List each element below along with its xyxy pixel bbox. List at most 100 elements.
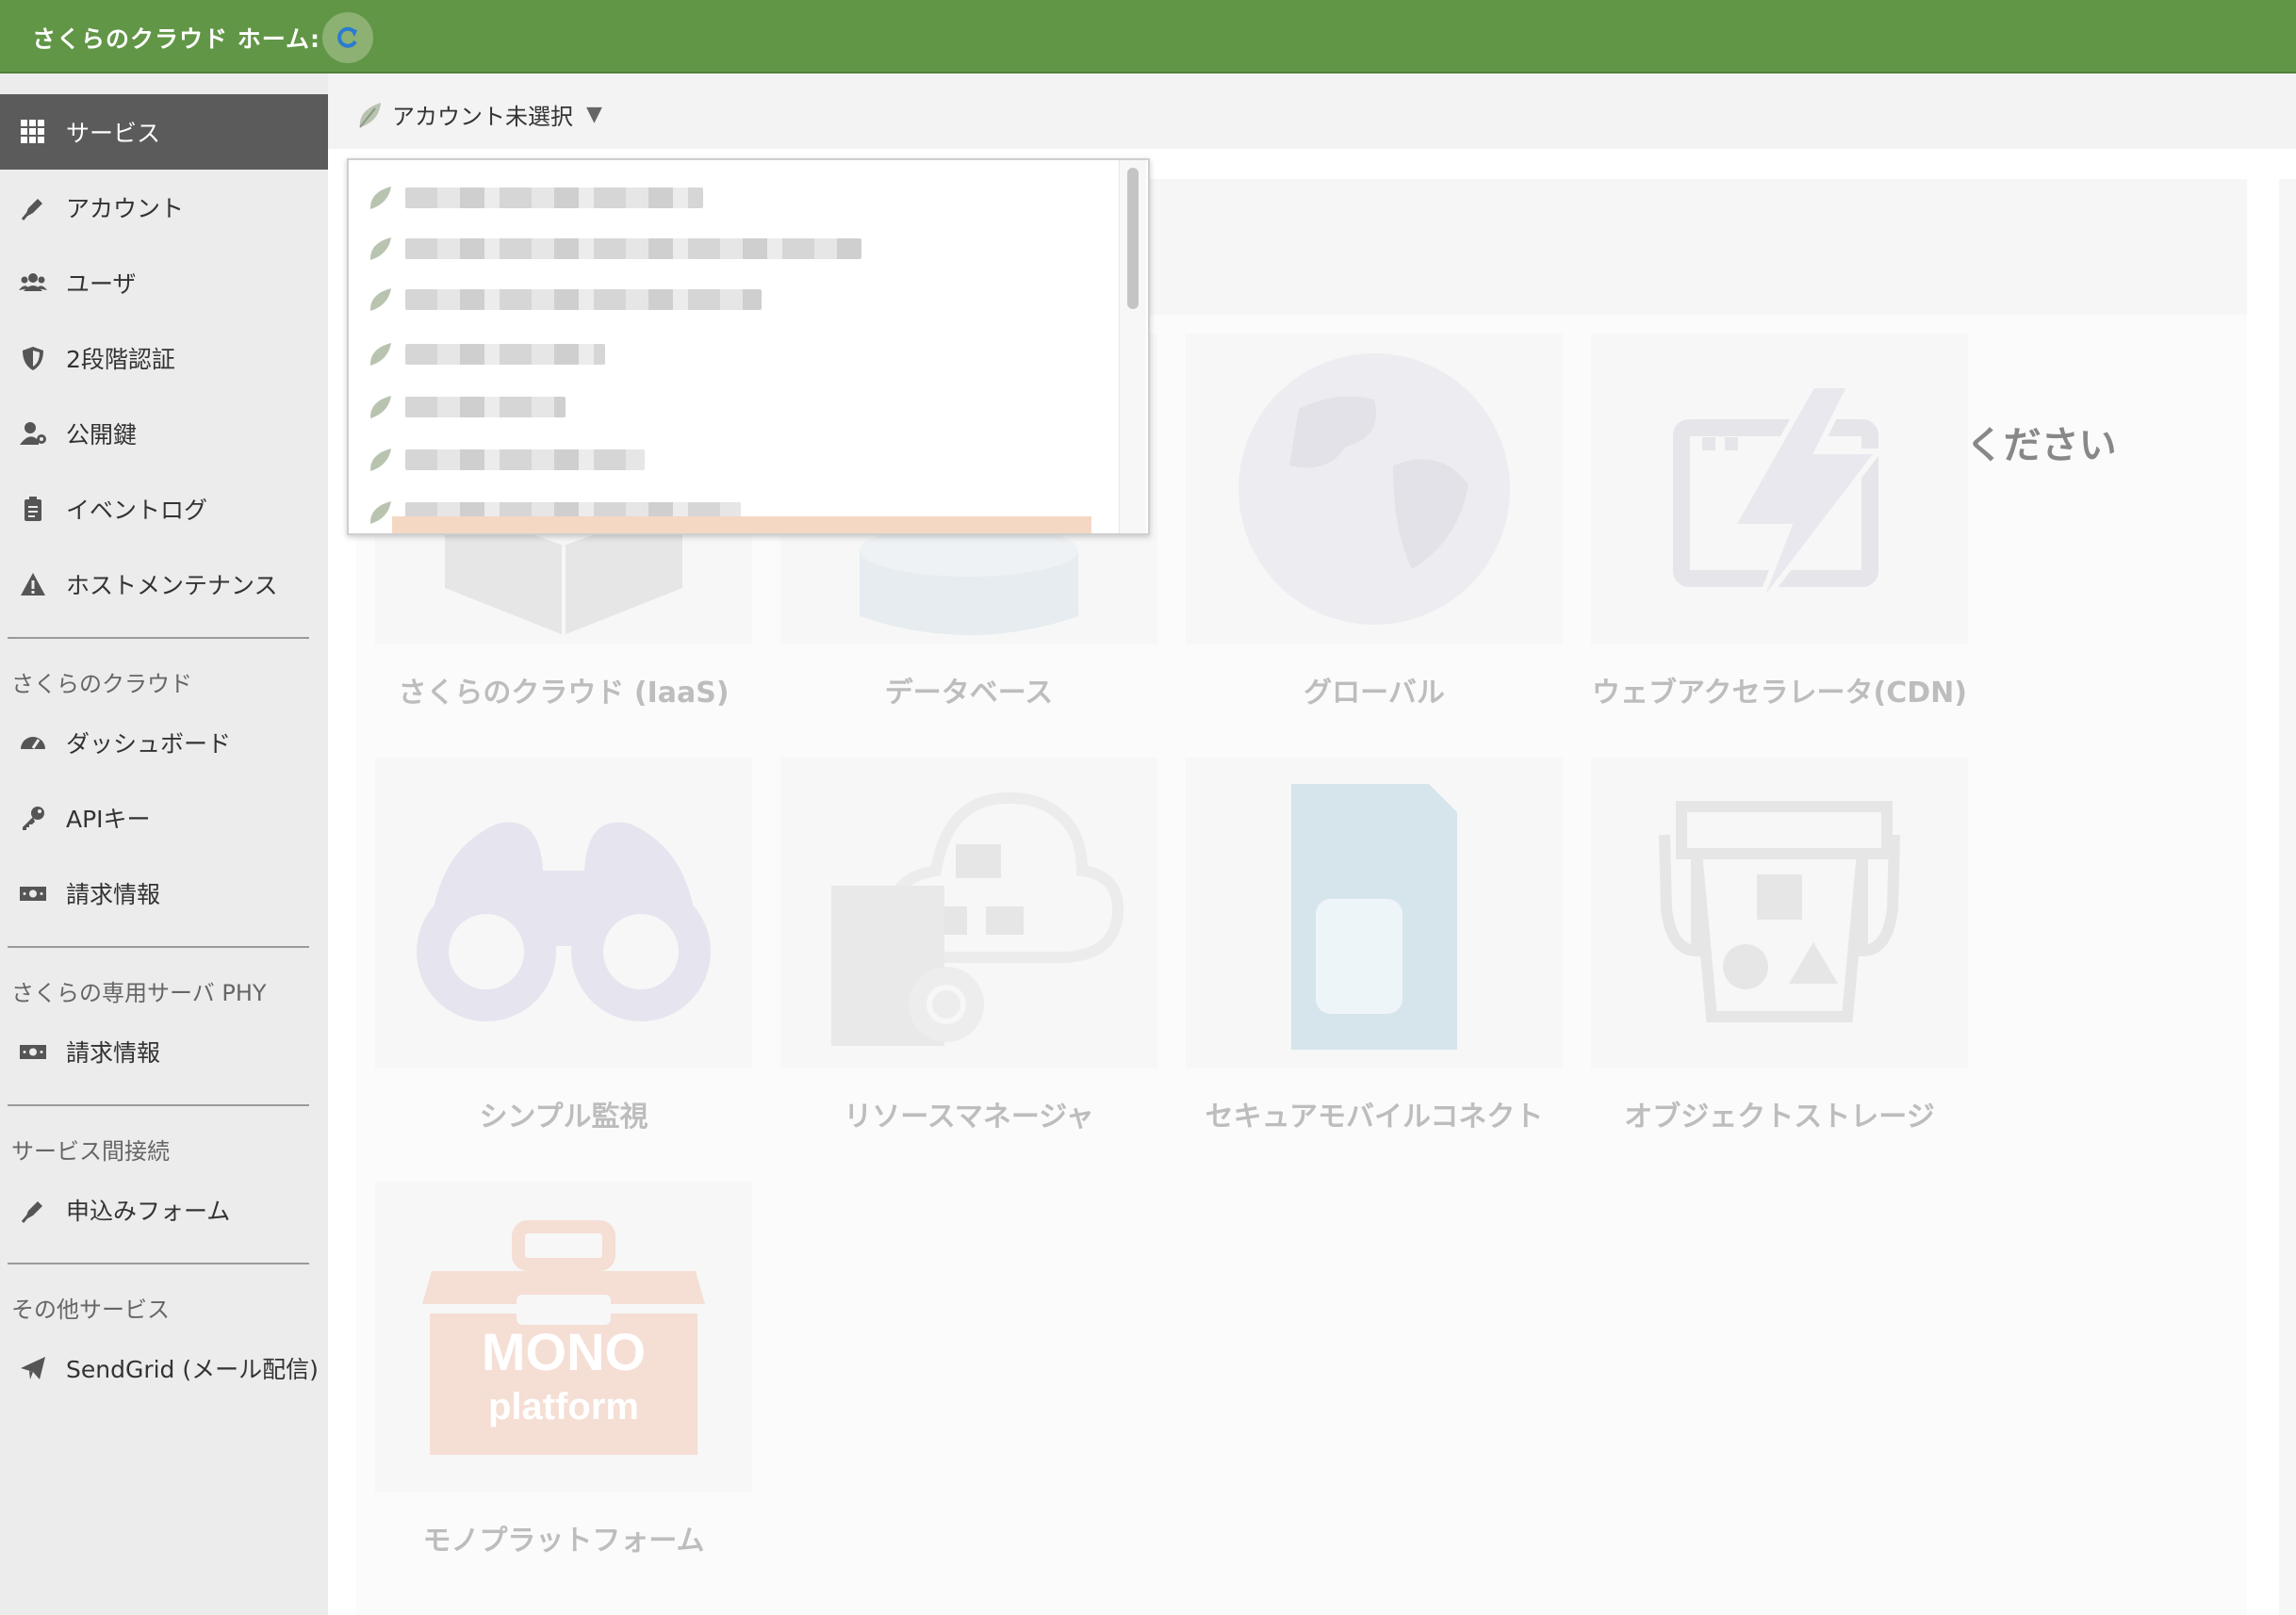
- redacted-account-name: [405, 289, 762, 310]
- right-strip: [2279, 179, 2296, 1615]
- section-title-sakura-cloud: さくらのクラウド: [11, 671, 192, 697]
- dropdown-option[interactable]: [366, 179, 703, 217]
- users-icon: [17, 267, 49, 299]
- refresh-button[interactable]: [322, 12, 373, 63]
- service-label: オブジェクトストレージ: [1624, 1101, 1935, 1134]
- refresh-icon: [337, 26, 357, 48]
- sidebar-item-two-factor[interactable]: 2段階認証: [0, 320, 328, 396]
- dropdown-option[interactable]: [366, 388, 566, 426]
- sidebar-item-users[interactable]: ユーザ: [0, 245, 328, 320]
- gauge-icon: [17, 726, 49, 759]
- account-selector-label: アカウント未選択: [392, 104, 573, 130]
- sidebar-item-public-key[interactable]: 公開鍵: [0, 396, 328, 471]
- sidebar-item-event-log[interactable]: イベントログ: [0, 471, 328, 546]
- dropdown-option[interactable]: [366, 335, 605, 373]
- grid-icon: [17, 116, 49, 148]
- money-icon: [17, 877, 49, 909]
- binoculars-icon: [417, 822, 711, 1021]
- leaf-icon: [369, 288, 391, 311]
- sidebar-item-label: ユーザ: [66, 270, 137, 298]
- money-icon: [17, 1036, 49, 1068]
- service-label: シンプル監視: [479, 1101, 648, 1134]
- sidebar-item-label: 申込みフォーム: [66, 1198, 231, 1225]
- globe-icon: [1238, 353, 1510, 625]
- sidebar-item-dashboard[interactable]: ダッシュボード: [0, 705, 328, 780]
- sidebar-item-label: 請求情報: [66, 881, 161, 908]
- bucket-icon: [1659, 801, 1900, 1022]
- leaf-icon: [359, 102, 381, 128]
- sidebar-divider: [8, 946, 309, 948]
- home-title: さくらのクラウド ホーム:: [32, 25, 320, 53]
- toolbox-icon: MONO platform: [422, 1220, 705, 1455]
- section-title-other: その他サービス: [11, 1297, 170, 1323]
- mono-logo-line2: platform: [488, 1386, 639, 1427]
- service-tile-resource-manager[interactable]: [780, 758, 1157, 1069]
- sidebar-item-label: イベントログ: [66, 497, 208, 524]
- user-key-icon: [17, 417, 49, 449]
- account-dropdown-list: [347, 158, 1150, 535]
- redacted-account-name: [405, 449, 645, 470]
- sidebar-item-account[interactable]: アカウント: [0, 170, 328, 245]
- pen-icon: [17, 191, 49, 223]
- sidebar-divider: [8, 637, 309, 639]
- dropdown-option[interactable]: [366, 441, 645, 479]
- paper-plane-icon: [17, 1352, 49, 1384]
- dropdown-scrollbar[interactable]: [1119, 160, 1146, 533]
- leaf-icon: [369, 449, 391, 471]
- section-title-interconnect: サービス間接続: [11, 1138, 170, 1165]
- service-label: ウェブアクセラレータ(CDN): [1592, 677, 1967, 710]
- sidebar-item-label: 2段階認証: [66, 346, 175, 373]
- sidebar-item-label: 公開鍵: [66, 421, 138, 449]
- key-icon: [17, 802, 49, 834]
- dropdown-bottom-highlight: [392, 516, 1091, 533]
- lightning-icon: [1673, 383, 1885, 613]
- sidebar-item-label: ホストメンテナンス: [66, 572, 278, 599]
- dropdown-scrollbar-thumb[interactable]: [1127, 168, 1139, 309]
- redacted-account-name: [405, 397, 566, 417]
- service-tile-global[interactable]: [1186, 334, 1563, 644]
- sidebar-item-label: アカウント: [66, 195, 185, 222]
- service-tile-mono-platform[interactable]: MONO platform: [375, 1182, 752, 1493]
- service-label: データベース: [884, 677, 1054, 710]
- leaf-icon: [369, 396, 391, 418]
- sidebar-item-api-key[interactable]: APIキー: [0, 780, 328, 856]
- sidebar-item-host-maintenance[interactable]: ホストメンテナンス: [0, 546, 328, 622]
- caret-down-icon: ▼: [586, 103, 602, 126]
- leaf-icon: [369, 237, 391, 260]
- mono-logo-line1: MONO: [482, 1322, 646, 1381]
- shield-icon: [17, 342, 49, 374]
- sidebar-item-billing[interactable]: 請求情報: [0, 856, 328, 931]
- service-tile-object-storage[interactable]: [1591, 758, 1968, 1069]
- redacted-account-name: [405, 238, 861, 259]
- sidebar-divider: [8, 1104, 309, 1106]
- service-tile-secure-mobile[interactable]: [1186, 758, 1563, 1069]
- service-label: さくらのクラウド (IaaS): [398, 677, 730, 710]
- sim-card-icon: [1291, 784, 1457, 1050]
- section-title-phy: さくらの専用サーバ PHY: [11, 980, 267, 1006]
- sidebar-item-label: 請求情報: [66, 1039, 161, 1067]
- account-selector[interactable]: アカウント未選択 ▼: [354, 98, 602, 131]
- sidebar-item-label: SendGrid (メール配信): [66, 1356, 319, 1383]
- redacted-account-name: [405, 344, 605, 365]
- account-bar: アカウント未選択 ▼: [328, 73, 2296, 149]
- sidebar-item-phy-billing[interactable]: 請求情報: [0, 1014, 328, 1089]
- leaf-icon: [369, 343, 391, 366]
- sidebar-item-label: ダッシュボード: [66, 730, 232, 758]
- service-tile-monitoring[interactable]: [375, 758, 752, 1069]
- redacted-account-name: [405, 188, 703, 208]
- sidebar-item-application-form[interactable]: 申込みフォーム: [0, 1172, 328, 1248]
- service-label: リソースマネージャ: [844, 1101, 1094, 1134]
- service-label: モノプラットフォーム: [422, 1525, 705, 1558]
- sidebar: サービス アカウント ユーザ 2段階認証 公開鍵 イベントログ ホストメンテナン…: [0, 73, 328, 1615]
- pen-icon: [17, 1194, 49, 1226]
- cloud-code-icon: [831, 791, 1124, 1046]
- service-label: グローバル: [1304, 677, 1445, 710]
- sidebar-item-sendgrid[interactable]: SendGrid (メール配信): [0, 1330, 328, 1406]
- service-tile-cdn[interactable]: [1591, 334, 1968, 644]
- service-label: セキュアモバイルコネクト: [1205, 1101, 1544, 1134]
- clipboard-icon: [17, 493, 49, 525]
- sidebar-item-services[interactable]: サービス: [0, 94, 328, 170]
- dropdown-option[interactable]: [366, 230, 861, 268]
- leaf-icon: [369, 187, 391, 209]
- dropdown-option[interactable]: [366, 281, 762, 318]
